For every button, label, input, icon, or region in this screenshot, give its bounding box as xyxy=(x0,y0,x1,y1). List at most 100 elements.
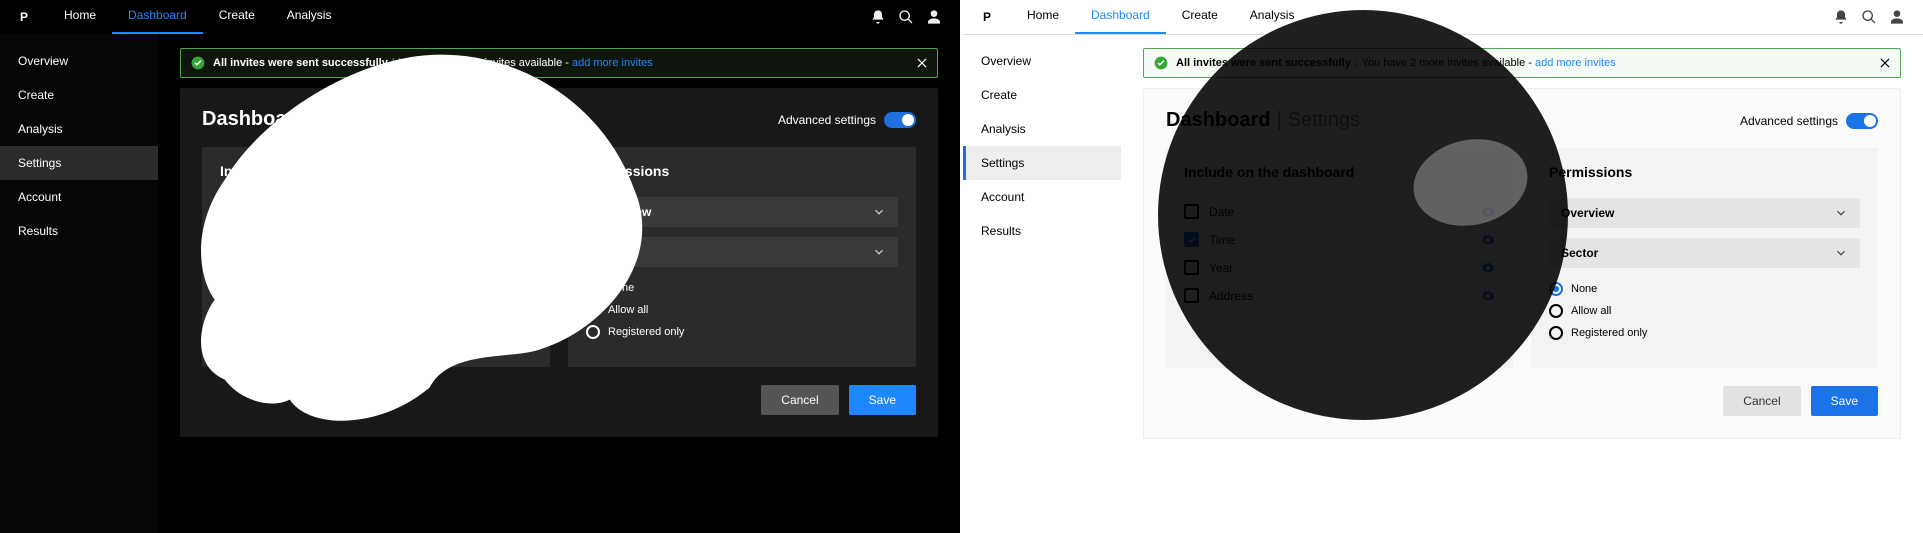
dropdown-overview[interactable]: Overview xyxy=(1549,198,1860,228)
radio-allow-all[interactable] xyxy=(586,303,600,317)
permissions-panel-title: Permissions xyxy=(586,163,898,179)
checkbox-address[interactable] xyxy=(1184,288,1199,303)
banner-rest-text: You have 2 more invites available - xyxy=(1362,57,1532,69)
cancel-button[interactable]: Cancel xyxy=(761,385,838,415)
gear-icon[interactable] xyxy=(518,288,532,302)
checkbox-address[interactable] xyxy=(220,287,235,302)
chevron-down-icon xyxy=(872,245,886,259)
check-circle-icon xyxy=(1154,56,1168,70)
save-button[interactable]: Save xyxy=(849,385,916,415)
gear-icon[interactable] xyxy=(1481,261,1495,275)
settings-card: Dashboard | Settings Advanced settings I… xyxy=(180,88,938,437)
breadcrumb-section: Settings xyxy=(1288,109,1360,132)
checkbox-year[interactable] xyxy=(1184,260,1199,275)
sidebar-item-overview[interactable]: Overview xyxy=(963,44,1121,78)
frame-light: P Home Dashboard Create Analysis Overvie… xyxy=(963,0,1923,533)
chevron-down-icon xyxy=(872,205,886,219)
include-panel: Include on the dashboard Date Time Year … xyxy=(202,147,550,367)
dropdown-sector[interactable]: Sector xyxy=(586,237,898,267)
main-area: All invites were sent successfully | You… xyxy=(158,34,960,533)
radio-allow-all[interactable] xyxy=(1549,304,1563,318)
save-button[interactable]: Save xyxy=(1811,386,1878,416)
success-banner: All invites were sent successfully | You… xyxy=(180,48,938,78)
search-icon[interactable] xyxy=(892,9,920,25)
sidebar-item-settings[interactable]: Settings xyxy=(0,146,158,180)
bell-icon[interactable] xyxy=(1827,9,1855,25)
sidebar-item-results[interactable]: Results xyxy=(0,214,158,248)
breadcrumb-root: Dashboard xyxy=(1166,109,1270,132)
bell-icon[interactable] xyxy=(864,9,892,25)
sidebar-item-create[interactable]: Create xyxy=(963,78,1121,112)
frame-dark: P Home Dashboard Create Analysis Overvie… xyxy=(0,0,960,533)
radio-registered-only[interactable] xyxy=(1549,326,1563,340)
include-panel-title: Include on the dashboard xyxy=(220,163,532,179)
user-icon[interactable] xyxy=(1883,9,1911,25)
settings-card: Dashboard | Settings Advanced settings I… xyxy=(1143,88,1901,439)
permissions-panel: Permissions Overview Sector None Allow a… xyxy=(568,147,916,367)
banner-rest-text: You have 2 more invites available - xyxy=(399,57,569,69)
checkbox-date[interactable] xyxy=(220,203,235,218)
banner-link[interactable]: add more invites xyxy=(572,57,653,69)
check-circle-icon xyxy=(191,56,205,70)
close-icon[interactable] xyxy=(1878,56,1892,70)
banner-bold-text: All invites were sent successfully xyxy=(213,57,388,69)
nav-home[interactable]: Home xyxy=(1011,0,1075,34)
include-panel: Include on the dashboard Date Time Year … xyxy=(1166,148,1513,368)
nav-create[interactable]: Create xyxy=(203,0,271,34)
radio-none[interactable] xyxy=(586,281,600,295)
chevron-down-icon xyxy=(1834,246,1848,260)
user-icon[interactable] xyxy=(920,9,948,25)
checkbox-time[interactable] xyxy=(220,231,235,246)
advanced-settings-label: Advanced settings xyxy=(1740,114,1838,128)
main-area: All invites were sent successfully | You… xyxy=(1121,34,1923,533)
permissions-panel: Permissions Overview Sector None Allow a… xyxy=(1531,148,1878,368)
sidebar-item-create[interactable]: Create xyxy=(0,78,158,112)
sidebar-item-analysis[interactable]: Analysis xyxy=(0,112,158,146)
sidebar-item-overview[interactable]: Overview xyxy=(0,44,158,78)
sidebar-item-results[interactable]: Results xyxy=(963,214,1121,248)
gear-icon[interactable] xyxy=(518,260,532,274)
sidebar-item-settings[interactable]: Settings xyxy=(963,146,1121,180)
checkbox-year[interactable] xyxy=(220,259,235,274)
breadcrumb-root: Dashboard xyxy=(202,108,306,131)
success-banner: All invites were sent successfully | You… xyxy=(1143,48,1901,78)
banner-bold-text: All invites were sent successfully xyxy=(1176,57,1351,69)
dropdown-overview[interactable]: Overview xyxy=(586,197,898,227)
top-nav: P Home Dashboard Create Analysis xyxy=(0,0,960,34)
gear-icon[interactable] xyxy=(1481,233,1495,247)
nav-create[interactable]: Create xyxy=(1166,0,1234,34)
nav-dashboard[interactable]: Dashboard xyxy=(1075,0,1166,34)
nav-analysis[interactable]: Analysis xyxy=(271,0,348,34)
logo: P xyxy=(12,5,36,29)
nav-home[interactable]: Home xyxy=(48,0,112,34)
nav-dashboard[interactable]: Dashboard xyxy=(112,0,203,34)
gear-icon[interactable] xyxy=(518,232,532,246)
include-panel-title: Include on the dashboard xyxy=(1184,164,1495,180)
close-icon[interactable] xyxy=(915,56,929,70)
radio-registered-only[interactable] xyxy=(586,325,600,339)
permissions-panel-title: Permissions xyxy=(1549,164,1860,180)
gear-icon[interactable] xyxy=(518,204,532,218)
logo: P xyxy=(975,5,999,29)
cancel-button[interactable]: Cancel xyxy=(1723,386,1800,416)
sidebar: Overview Create Analysis Settings Accoun… xyxy=(963,34,1121,533)
sidebar-item-account[interactable]: Account xyxy=(0,180,158,214)
sidebar-item-analysis[interactable]: Analysis xyxy=(963,112,1121,146)
advanced-settings-label: Advanced settings xyxy=(778,113,876,127)
advanced-settings-toggle[interactable] xyxy=(1846,113,1878,129)
radio-none[interactable] xyxy=(1549,282,1563,296)
nav-analysis[interactable]: Analysis xyxy=(1234,0,1311,34)
dropdown-sector[interactable]: Sector xyxy=(1549,238,1860,268)
gear-icon[interactable] xyxy=(1481,205,1495,219)
top-nav: P Home Dashboard Create Analysis xyxy=(963,0,1923,34)
breadcrumb-section: Settings xyxy=(324,108,396,131)
sidebar-item-account[interactable]: Account xyxy=(963,180,1121,214)
chevron-down-icon xyxy=(1834,206,1848,220)
search-icon[interactable] xyxy=(1855,9,1883,25)
checkbox-time[interactable] xyxy=(1184,232,1199,247)
gear-icon[interactable] xyxy=(1481,289,1495,303)
checkbox-date[interactable] xyxy=(1184,204,1199,219)
advanced-settings-toggle[interactable] xyxy=(884,112,916,128)
sidebar: Overview Create Analysis Settings Accoun… xyxy=(0,34,158,533)
banner-link[interactable]: add more invites xyxy=(1535,57,1616,69)
